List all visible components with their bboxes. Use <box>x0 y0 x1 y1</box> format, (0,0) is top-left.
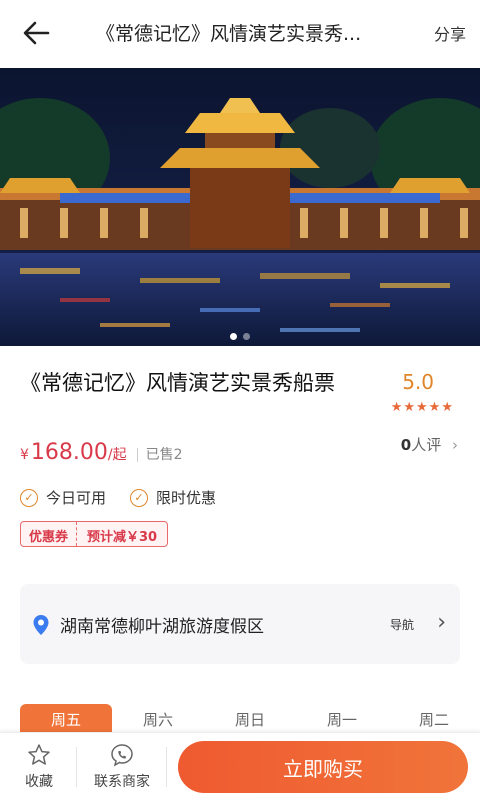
coupon-badge[interactable]: 优惠券 预计减￥30 <box>20 521 169 547</box>
tag-label: 今日可用 <box>46 489 107 507</box>
navigation-button[interactable]: 导航 <box>390 616 414 633</box>
arrow-left-icon <box>23 21 50 45</box>
location-address: 湖南常德柳叶湖旅游度假区 <box>60 617 264 637</box>
favorite-label: 收藏 <box>25 774 53 790</box>
chevron-right-icon: › <box>452 436 458 454</box>
tab-tuesday[interactable]: 周二 <box>388 704 480 734</box>
tab-saturday[interactable]: 周六 <box>112 704 204 734</box>
divider <box>166 747 167 787</box>
rating-score: 5.0 <box>402 370 434 394</box>
tag-limited-offer: ✓ 限时优惠 <box>130 487 216 508</box>
share-button[interactable]: 分享 <box>434 21 466 45</box>
banner-image <box>0 68 480 346</box>
location-card[interactable]: 湖南常德柳叶湖旅游度假区 导航 › <box>20 584 460 664</box>
chevron-right-icon: › <box>437 610 446 635</box>
product-title: 《常德记忆》风情演艺实景秀船票 <box>20 371 335 395</box>
contact-merchant-button[interactable]: 联系商家 <box>84 743 160 791</box>
favorite-button[interactable]: 收藏 <box>14 743 64 791</box>
phone-chat-icon <box>111 744 133 767</box>
review-count-link[interactable]: 0人评 › <box>401 434 458 455</box>
price-suffix: /起 <box>107 447 127 463</box>
check-circle-icon: ✓ <box>20 488 38 507</box>
review-count: 0 <box>400 436 412 454</box>
price-currency: ¥ <box>20 447 29 463</box>
tag-available-today: ✓ 今日可用 <box>20 487 106 508</box>
price-row: ¥ 168.00 /起 已售2 <box>20 440 183 465</box>
carousel-dot[interactable] <box>230 333 237 340</box>
coupon-label: 优惠券 <box>21 522 78 546</box>
back-button[interactable] <box>20 18 52 48</box>
image-carousel[interactable] <box>0 68 480 346</box>
star-outline-icon <box>28 744 50 765</box>
feature-tags: ✓ 今日可用 ✓ 限时优惠 <box>20 487 216 508</box>
price-value: 168.00 <box>30 440 108 465</box>
tag-label: 限时优惠 <box>156 489 217 507</box>
review-suffix: 人评 <box>411 436 442 454</box>
buy-now-button[interactable]: 立即购买 <box>178 741 468 793</box>
check-circle-icon: ✓ <box>130 488 149 507</box>
tab-friday[interactable]: 周五 <box>20 704 112 734</box>
date-tabs: 周五 周六 周日 周一 周二 <box>20 704 480 734</box>
sold-count: 已售2 <box>136 448 183 462</box>
page-title: 《常德记忆》风情演艺实景秀... <box>96 23 362 45</box>
divider <box>76 747 77 787</box>
bottom-action-bar: 收藏 联系商家 立即购买 <box>0 732 480 800</box>
carousel-indicator <box>0 333 480 340</box>
contact-label: 联系商家 <box>94 774 150 790</box>
coupon-discount: 预计减￥30 <box>87 530 158 545</box>
carousel-dot[interactable] <box>243 333 250 340</box>
rating-stars: ★★★★★ <box>390 400 454 415</box>
top-nav-bar: 《常德记忆》风情演艺实景秀... 分享 <box>0 0 480 66</box>
tab-sunday[interactable]: 周日 <box>204 704 296 734</box>
tab-monday[interactable]: 周一 <box>296 704 388 734</box>
location-pin-icon <box>33 615 49 635</box>
